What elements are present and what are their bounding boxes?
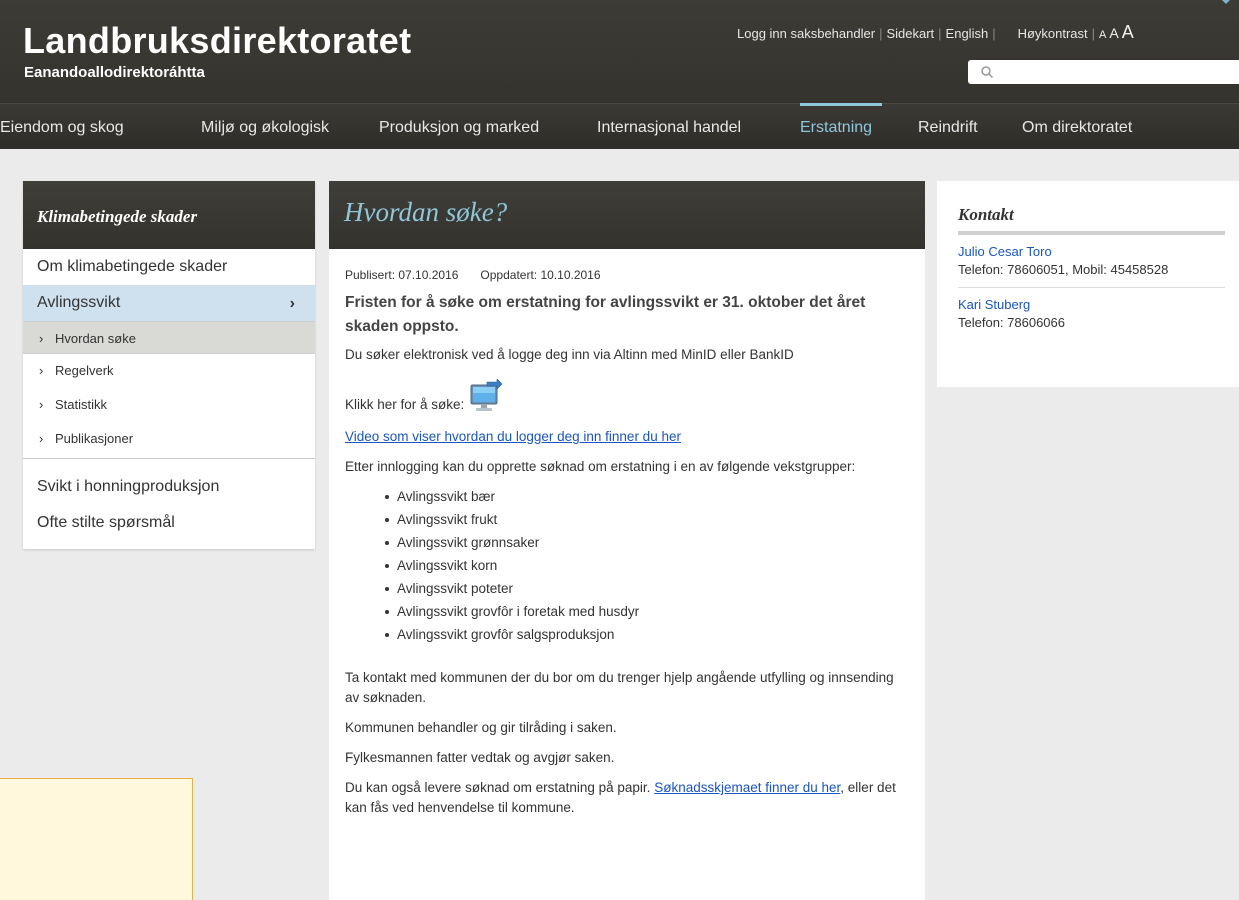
- article-paragraph: Kommunen behandler og gir tilråding i sa…: [345, 720, 617, 735]
- sidebar-item-avlingssvikt[interactable]: Avlingssvikt ›: [23, 285, 315, 321]
- application-form-link[interactable]: Søknadsskjemaet finner du her: [654, 780, 840, 795]
- sidebar-subitem-label: Regelverk: [55, 363, 114, 378]
- english-link[interactable]: English: [946, 26, 989, 41]
- chevron-right-icon: ›: [289, 295, 295, 312]
- contact-person: Julio Cesar Toro Telefon: 78606051, Mobi…: [958, 235, 1225, 287]
- sidebar-subitem-regelverk[interactable]: › Regelverk: [23, 354, 315, 388]
- active-tab-indicator: [800, 103, 882, 106]
- list-item: Avlingssvikt poteter: [385, 579, 911, 602]
- sidebar-subitem-label: Publikasjoner: [55, 431, 134, 446]
- sidebar-heading: Klimabetingede skader: [23, 181, 315, 249]
- main-navigation: Eiendom og skog Miljø og økologisk Produ…: [0, 103, 1239, 149]
- contact-heading: Kontakt: [958, 205, 1225, 235]
- chevron-right-icon: ›: [39, 397, 44, 412]
- chevron-right-icon: ›: [39, 363, 44, 378]
- nav-item-reindrift[interactable]: Reindrift: [918, 119, 978, 137]
- search-box[interactable]: [968, 60, 1239, 84]
- search-icon[interactable]: [980, 65, 994, 79]
- nav-item-produksjon-og-marked[interactable]: Produksjon og marked: [379, 119, 539, 137]
- video-login-link[interactable]: Video som viser hvordan du logger deg in…: [345, 429, 681, 444]
- page-title: Hvordan søke?: [344, 197, 508, 227]
- article-paragraph: Etter innlogging kan du opprette søknad …: [345, 459, 856, 474]
- computer-monitor-arrow-icon[interactable]: [467, 379, 503, 415]
- list-item: Avlingssvikt grovfôr salgsproduksjon: [385, 625, 911, 648]
- font-size-large-button[interactable]: A: [1122, 22, 1134, 42]
- chevron-right-icon: ›: [39, 431, 44, 446]
- sidebar-item-svikt-i-honningproduksjon[interactable]: Svikt i honningproduksjon: [23, 469, 315, 505]
- font-size-medium-button[interactable]: A: [1109, 25, 1118, 41]
- contact-person: Kari Stuberg Telefon: 78606066: [958, 287, 1225, 340]
- list-item: Avlingssvikt bær: [385, 487, 911, 510]
- updated-date: Oppdatert: 10.10.2016: [480, 268, 601, 282]
- sidebar-subitem-label: Hvordan søke: [55, 331, 136, 346]
- site-logo-subtitle: Eanandoallodirektoráhtta: [24, 64, 205, 81]
- site-logo-title[interactable]: Landbruksdirektoratet: [23, 20, 411, 62]
- sidebar-item-label: Avlingssvikt: [37, 294, 121, 311]
- nav-item-internasjonal-handel[interactable]: Internasjonal handel: [597, 119, 741, 137]
- sidebar-subitem-publikasjoner[interactable]: › Publikasjoner: [23, 422, 315, 456]
- site-header: Landbruksdirektoratet Eanandoallodirekto…: [0, 0, 1239, 103]
- article: Hvordan søke? Publisert: 07.10.2016 Oppda…: [329, 181, 925, 900]
- section-sidebar: Klimabetingede skader Om klimabetingede …: [23, 181, 315, 549]
- published-date: Publisert: 07.10.2016: [345, 268, 459, 282]
- article-paragraph: Du søker elektronisk ved å logge deg inn…: [345, 347, 794, 362]
- divider: |: [1091, 26, 1096, 41]
- sidebar-subitem-label: Statistikk: [55, 397, 108, 412]
- contact-box: Kontakt Julio Cesar Toro Telefon: 786060…: [937, 181, 1239, 387]
- list-item: Avlingssvikt grønnsaker: [385, 533, 911, 556]
- nav-item-miljo-og-okologisk[interactable]: Miljø og økologisk: [201, 119, 329, 137]
- feedback-panel[interactable]: [0, 778, 193, 900]
- contact-phone: Telefon: 78606051, Mobil: 45458528: [958, 262, 1169, 277]
- nav-item-erstatning[interactable]: Erstatning: [800, 119, 872, 137]
- article-paragraph: Fylkesmannen fatter vedtak og avgjør sak…: [345, 750, 615, 765]
- font-size-indicator-icon: [1222, 0, 1230, 4]
- contact-name-link[interactable]: Julio Cesar Toro: [958, 243, 1225, 261]
- article-header: Hvordan søke?: [329, 181, 925, 249]
- list-item: Avlingssvikt korn: [385, 556, 911, 579]
- sidebar-subitem-hvordan-soke[interactable]: › Hvordan søke: [23, 321, 315, 354]
- nav-item-om-direktoratet[interactable]: Om direktoratet: [1022, 119, 1132, 137]
- high-contrast-link[interactable]: Høykontrast: [1018, 26, 1088, 41]
- contact-phone: Telefon: 78606066: [958, 315, 1065, 330]
- divider: |: [879, 26, 883, 41]
- crop-group-list: Avlingssvikt bær Avlingssvikt frukt Avli…: [385, 487, 911, 648]
- article-paragraph: Du kan også levere søknad om erstatning …: [345, 778, 911, 818]
- article-body: Publisert: 07.10.2016 Oppdatert: 10.10.20…: [329, 249, 925, 818]
- article-paragraph: Ta kontakt med kommunen der du bor om du…: [345, 670, 894, 705]
- list-item: Avlingssvikt grovfôr i foretak med husdy…: [385, 602, 911, 625]
- article-lead: Fristen for å søke om erstatning for avl…: [345, 294, 866, 335]
- sidebar-item-om-klimabetingede-skader[interactable]: Om klimabetingede skader: [23, 249, 315, 285]
- nav-item-eiendom-og-skog[interactable]: Eiendom og skog: [0, 119, 124, 137]
- divider: |: [992, 26, 996, 41]
- sidebar-sublist: › Hvordan søke › Regelverk › Statistikk › Pu…: [23, 321, 315, 459]
- chevron-right-icon: ›: [39, 331, 44, 346]
- sidebar-item-ofte-stilte-sporsmal[interactable]: Ofte stilte spørsmål: [23, 505, 315, 541]
- font-size-small-button[interactable]: A: [1099, 29, 1106, 41]
- sidebar-subitem-statistikk[interactable]: › Statistikk: [23, 388, 315, 422]
- contact-name-link[interactable]: Kari Stuberg: [958, 296, 1225, 314]
- utility-links: Logg inn saksbehandler | Sidekart | English |…: [737, 22, 1239, 43]
- apply-label: Klikk her for å søke:: [345, 397, 465, 412]
- article-dates: Publisert: 07.10.2016 Oppdatert: 10.10.20…: [345, 265, 911, 285]
- search-input[interactable]: [1000, 62, 1230, 82]
- divider: |: [938, 26, 942, 41]
- sitemap-link[interactable]: Sidekart: [886, 26, 934, 41]
- list-item: Avlingssvikt frukt: [385, 510, 911, 533]
- paper-application-text: Du kan også levere søknad om erstatning …: [345, 780, 655, 795]
- apply-row: Klikk her for å søke:: [345, 375, 911, 415]
- login-link[interactable]: Logg inn saksbehandler: [737, 26, 875, 41]
